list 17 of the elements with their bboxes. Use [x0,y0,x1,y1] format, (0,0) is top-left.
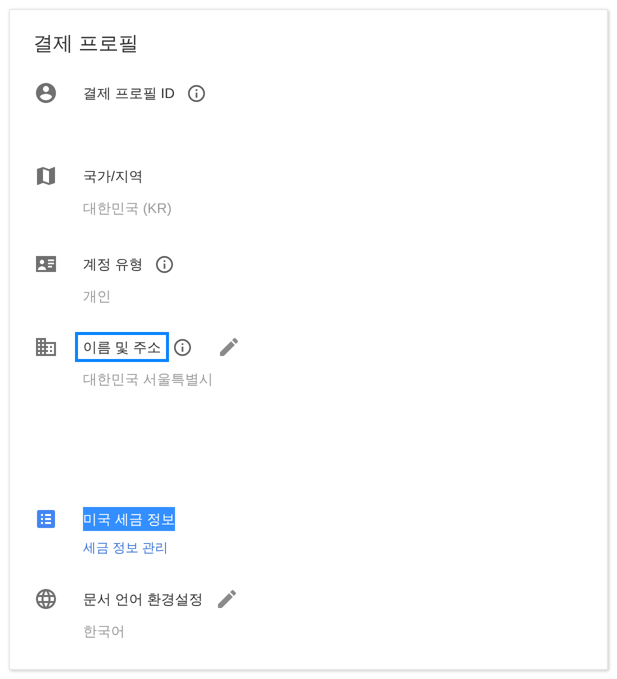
info-icon[interactable] [188,84,205,102]
edit-icon[interactable] [218,590,236,608]
info-icon[interactable] [156,256,173,272]
field-label: 결제 프로필 ID [83,84,175,103]
field-label: 미국 세금 정보 [83,507,175,531]
field-value: 대한민국 서울특별시 [83,370,213,389]
info-icon[interactable] [174,338,191,356]
field-label: 국가/지역 [83,167,143,186]
edit-icon[interactable] [220,338,238,356]
field-label: 문서 언어 환경설정 [83,590,203,609]
card-title: 결제 프로필 [33,32,140,57]
field-value: 대한민국 (KR) [83,199,172,218]
field-label: 이름 및 주소 [78,335,166,359]
field-value: 개인 [83,287,111,306]
field-value: 한국어 [83,622,125,641]
manage-link[interactable]: 세금 정보 관리 [83,538,168,558]
field-label: 계정 유형 [83,255,143,274]
